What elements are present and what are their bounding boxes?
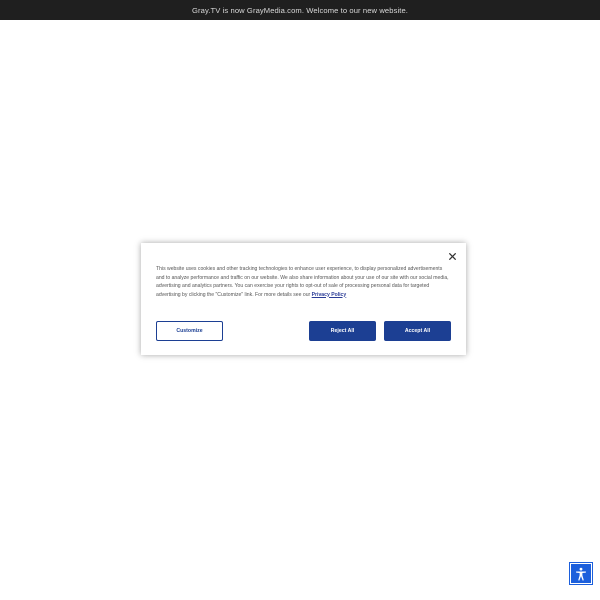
announcement-text: Gray.TV is now GrayMedia.com. Welcome to… (191, 5, 408, 15)
cookie-policy-text: This website uses cookies and other trac… (156, 265, 452, 299)
close-icon (448, 252, 456, 260)
privacy-policy-link[interactable]: Privacy Policy (312, 292, 347, 298)
close-button[interactable] (446, 250, 458, 262)
customize-button[interactable]: Customize (156, 321, 223, 341)
cookie-policy-body: This website uses cookies and other trac… (156, 266, 449, 298)
accessibility-icon (576, 567, 586, 581)
accessibility-button[interactable] (569, 562, 593, 585)
reject-all-button[interactable]: Reject All (309, 321, 376, 341)
accept-all-button[interactable]: Accept All (384, 321, 451, 341)
cookie-consent-dialog: This website uses cookies and other trac… (141, 243, 466, 355)
site-announcement-banner: Gray.TV is now GrayMedia.com. Welcome to… (0, 0, 600, 20)
